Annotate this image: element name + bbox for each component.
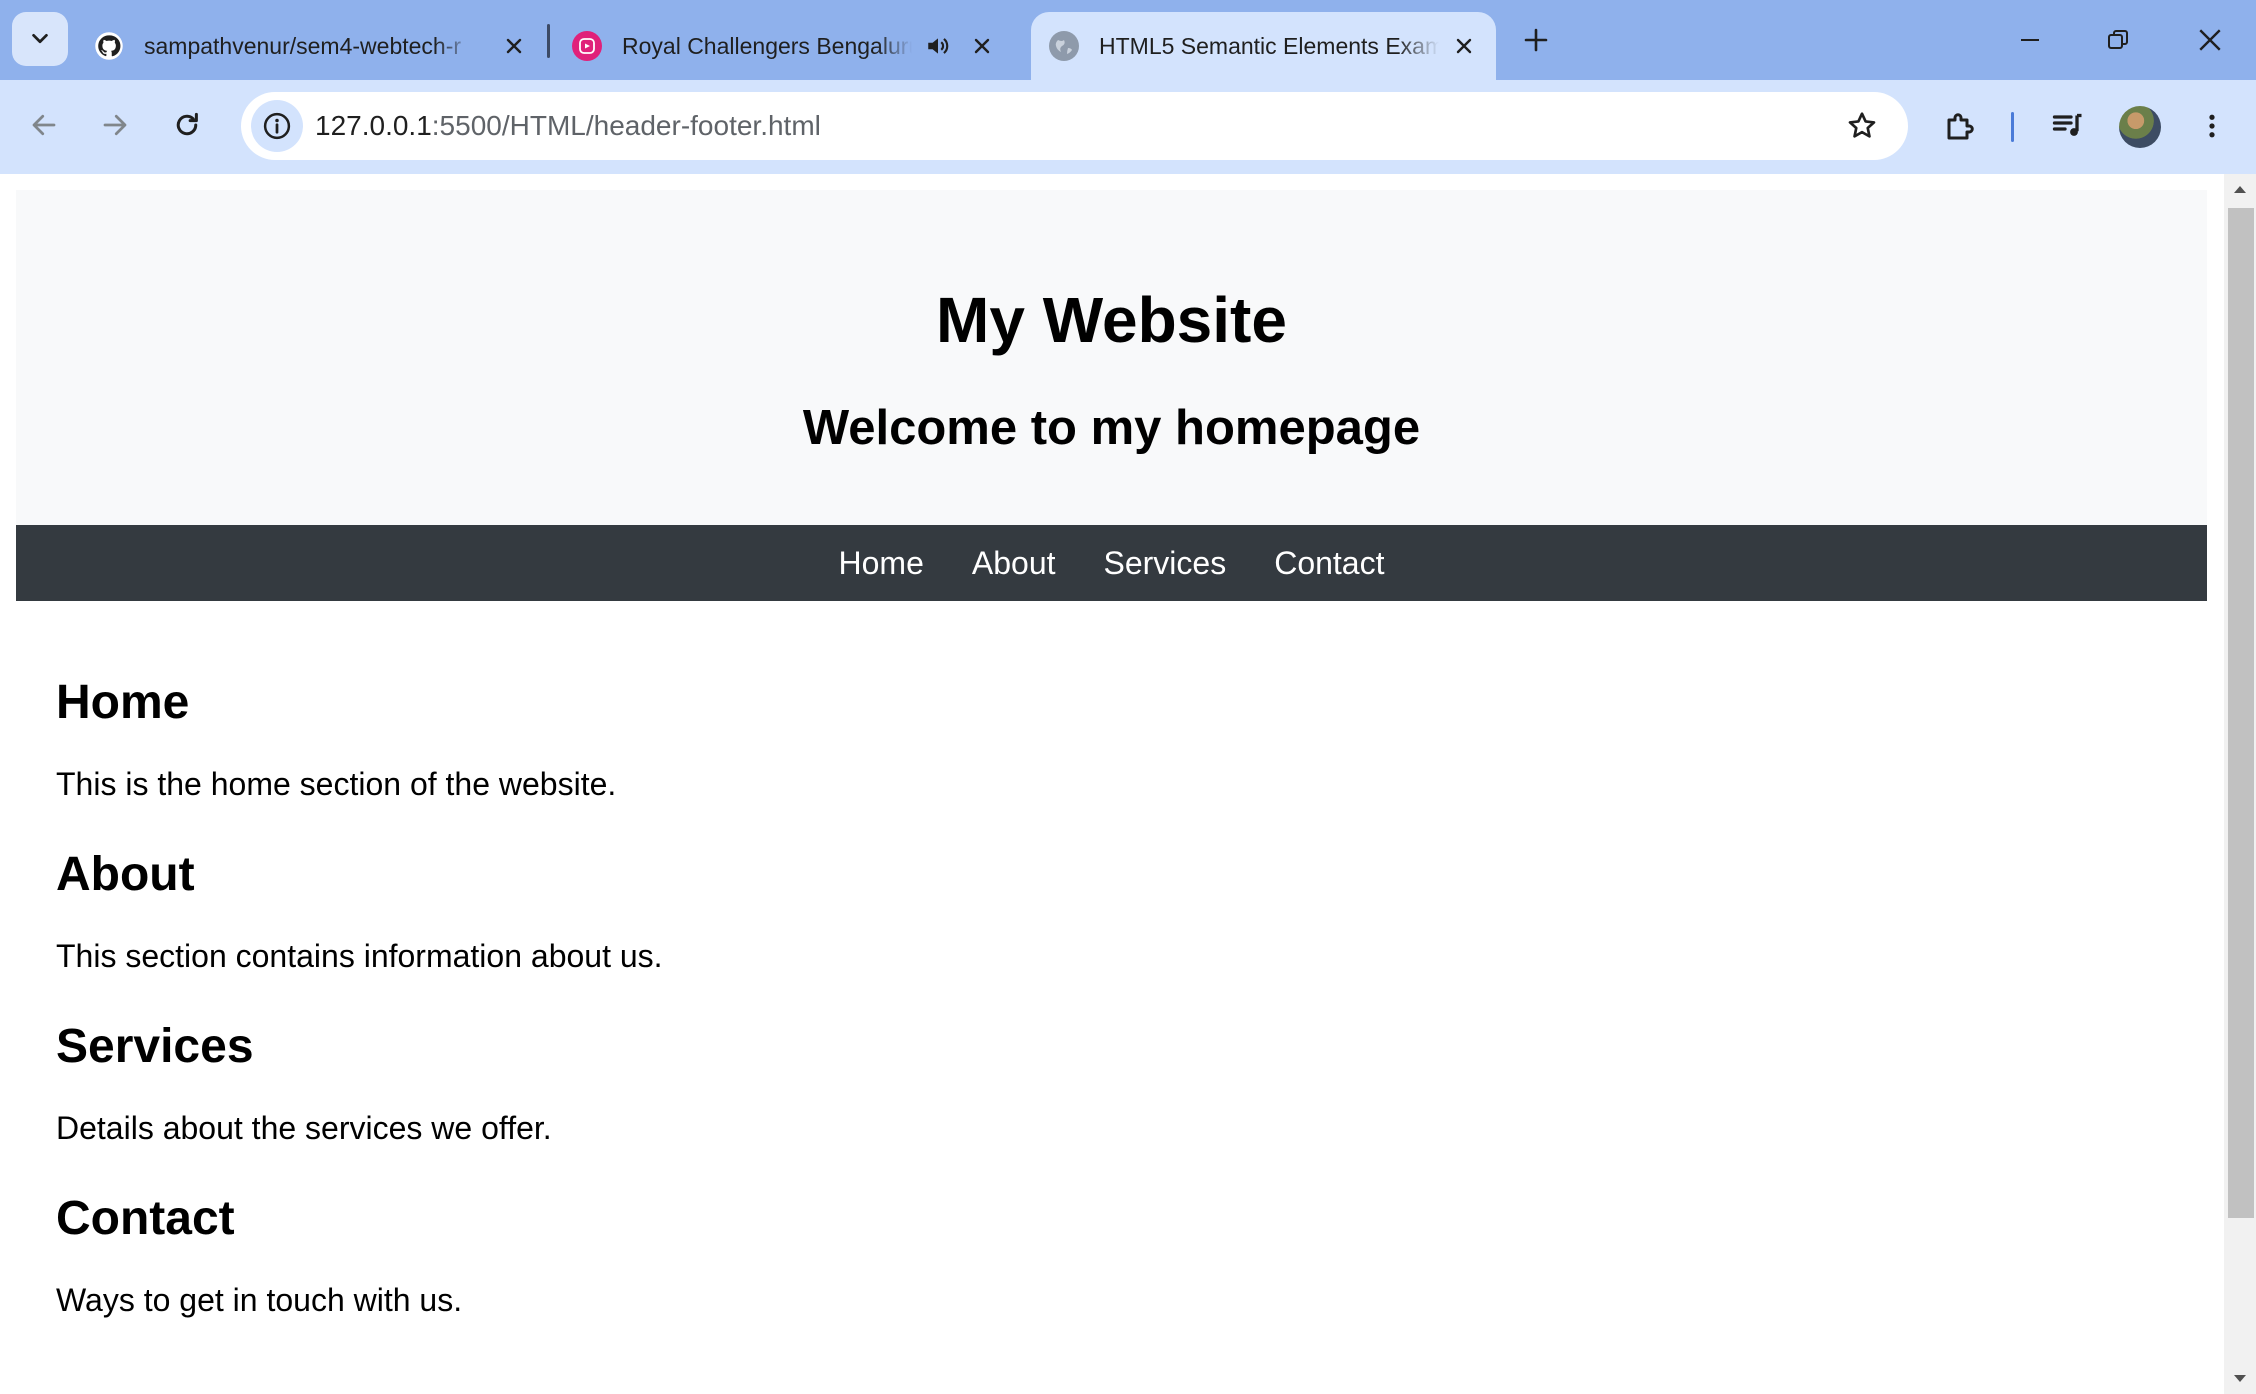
minimize-icon bbox=[2021, 39, 2039, 41]
extensions-button[interactable] bbox=[1937, 102, 1985, 150]
url-text[interactable]: 127.0.0.1:5500/HTML/header-footer.html bbox=[315, 92, 821, 160]
vertical-scrollbar[interactable] bbox=[2224, 174, 2256, 1394]
puzzle-icon bbox=[1947, 113, 1974, 140]
tab-github[interactable]: sampathvenur/sem4-webtech-r bbox=[94, 12, 544, 80]
tab-separator bbox=[547, 24, 550, 58]
more-vert-icon bbox=[2209, 114, 2215, 138]
browser-chrome: sampathvenur/sem4-webtech-r Royal Challe… bbox=[0, 0, 2256, 174]
nav-link-home[interactable]: Home bbox=[839, 545, 924, 582]
section-heading: Services bbox=[56, 1020, 254, 1073]
toolbar-divider bbox=[2011, 112, 2014, 142]
tab-html5-semantic[interactable]: HTML5 Semantic Elements Example bbox=[1031, 12, 1496, 80]
back-button[interactable] bbox=[19, 100, 69, 150]
section-text: Details about the services we offer. bbox=[56, 1110, 552, 1146]
globe-icon bbox=[1049, 31, 1079, 61]
speaker-icon[interactable] bbox=[922, 30, 954, 62]
nav-link-services[interactable]: Services bbox=[1104, 545, 1227, 582]
site-nav: Home About Services Contact bbox=[16, 525, 2207, 601]
section-contact: Contact Ways to get in touch with us. bbox=[56, 1190, 2156, 1362]
section-text: Ways to get in touch with us. bbox=[56, 1282, 463, 1318]
browser-menu-button[interactable] bbox=[2188, 102, 2236, 150]
restore-icon bbox=[2108, 30, 2128, 49]
star-icon bbox=[1848, 112, 1876, 138]
tab-strip: sampathvenur/sem4-webtech-r Royal Challe… bbox=[0, 0, 2256, 80]
section-text: This section contains information about … bbox=[56, 938, 663, 974]
nav-link-contact[interactable]: Contact bbox=[1274, 545, 1384, 582]
github-icon bbox=[94, 31, 124, 61]
tab-title: Royal Challengers Bengaluru bbox=[622, 32, 912, 59]
url-path: :5500/HTML/header-footer.html bbox=[431, 110, 821, 141]
scroll-up-button[interactable] bbox=[2224, 174, 2256, 204]
playlist-music-icon bbox=[2052, 113, 2082, 136]
scrollbar-thumb[interactable] bbox=[2228, 208, 2254, 1218]
triangle-down-icon bbox=[2234, 1375, 2246, 1382]
scroll-down-button[interactable] bbox=[2224, 1364, 2256, 1394]
url-host: 127.0.0.1 bbox=[315, 110, 432, 141]
section-services: Services Details about the services we o… bbox=[56, 1018, 2156, 1190]
site-title: My Website bbox=[936, 284, 1287, 356]
close-icon bbox=[2199, 29, 2221, 51]
triangle-up-icon bbox=[2234, 186, 2246, 193]
site-header: My Website Welcome to my homepage bbox=[16, 190, 2207, 525]
section-home: Home This is the home section of the web… bbox=[56, 674, 2156, 846]
arrow-right-icon bbox=[103, 114, 127, 136]
address-bar[interactable]: 127.0.0.1:5500/HTML/header-footer.html bbox=[241, 92, 1908, 160]
tab-search-button[interactable] bbox=[12, 12, 68, 66]
section-heading: Contact bbox=[56, 1192, 235, 1245]
chevron-down-icon bbox=[32, 33, 48, 44]
minimize-button[interactable] bbox=[2000, 14, 2060, 66]
info-icon bbox=[263, 112, 291, 140]
bookmark-star-button[interactable] bbox=[1844, 108, 1880, 144]
plus-icon bbox=[1524, 28, 1548, 52]
reload-icon bbox=[176, 112, 198, 136]
tab-rcb[interactable]: Royal Challengers Bengaluru bbox=[572, 12, 1012, 80]
browser-toolbar: 127.0.0.1:5500/HTML/header-footer.html bbox=[0, 80, 2256, 174]
media-control-button[interactable] bbox=[2044, 102, 2092, 150]
restore-button[interactable] bbox=[2088, 14, 2148, 66]
arrow-left-icon bbox=[32, 114, 56, 136]
close-icon[interactable] bbox=[966, 30, 998, 62]
site-subtitle: Welcome to my homepage bbox=[802, 401, 1421, 455]
new-tab-button[interactable] bbox=[1516, 18, 1556, 62]
close-window-button[interactable] bbox=[2180, 14, 2240, 66]
nav-link-about[interactable]: About bbox=[972, 545, 1056, 582]
close-icon[interactable] bbox=[1448, 30, 1480, 62]
page-viewport: My Website Welcome to my homepage Home A… bbox=[0, 174, 2224, 1394]
tab-title: HTML5 Semantic Elements Example bbox=[1099, 32, 1439, 59]
profile-avatar[interactable] bbox=[2119, 106, 2161, 148]
section-heading: About bbox=[56, 848, 195, 901]
main-content: Home This is the home section of the web… bbox=[56, 674, 2156, 1362]
section-text: This is the home section of the website. bbox=[56, 766, 617, 802]
instagram-reels-icon bbox=[572, 31, 602, 61]
tab-title: sampathvenur/sem4-webtech-r bbox=[144, 32, 462, 59]
reload-button[interactable] bbox=[162, 100, 212, 150]
section-about: About This section contains information … bbox=[56, 846, 2156, 1018]
site-info-button[interactable] bbox=[251, 100, 303, 152]
section-heading: Home bbox=[56, 676, 190, 729]
close-icon[interactable] bbox=[498, 30, 530, 62]
forward-button[interactable] bbox=[90, 100, 140, 150]
